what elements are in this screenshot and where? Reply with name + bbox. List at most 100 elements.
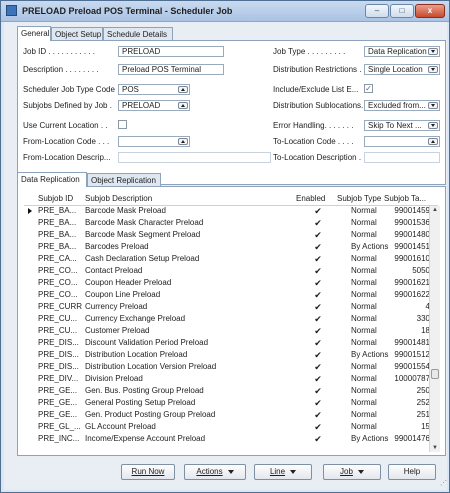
description-field[interactable]: Preload POS Terminal bbox=[118, 64, 224, 75]
table-row[interactable]: PRE_GE... Gen. Product Posting Group Prel… bbox=[24, 409, 430, 421]
enabled-check-icon[interactable]: ✔ bbox=[313, 338, 323, 349]
job-id-field[interactable]: PRELOAD bbox=[118, 46, 224, 57]
enabled-check-icon[interactable]: ✔ bbox=[313, 242, 323, 253]
table-row[interactable]: PRE_GE... General Posting Setup Preload ✔ N… bbox=[24, 397, 430, 409]
table-row[interactable]: PRE_DIS... Discount Validation Period Pre… bbox=[24, 337, 430, 349]
subjob-description-cell[interactable]: Barcode Mask Segment Preload bbox=[85, 230, 285, 239]
subjob-id-cell[interactable]: PRE_GL_... bbox=[38, 422, 82, 431]
enabled-check-icon[interactable]: ✔ bbox=[313, 266, 323, 277]
error-handling-select[interactable]: Skip To Next ... bbox=[364, 120, 440, 131]
subjob-description-cell[interactable]: Distribution Location Version Preload bbox=[85, 362, 285, 371]
table-row[interactable]: PRE_CO... Coupon Line Preload ✔ Normal 99001… bbox=[24, 289, 430, 301]
chevron-down-icon[interactable] bbox=[428, 48, 438, 55]
subjob-id-cell[interactable]: PRE_BA... bbox=[38, 218, 82, 227]
dist-restrictions-select[interactable]: Single Location bbox=[364, 64, 440, 75]
enabled-check-icon[interactable]: ✔ bbox=[313, 278, 323, 289]
subjob-id-cell[interactable]: PRE_CO... bbox=[38, 290, 82, 299]
to-location-code-field[interactable] bbox=[364, 136, 440, 147]
lookup-icon[interactable] bbox=[178, 102, 188, 109]
table-row[interactable]: PRE_CO... Contact Preload ✔ Normal 5050 bbox=[24, 265, 430, 277]
subjob-table-cell[interactable]: 99001481 bbox=[384, 338, 430, 347]
table-row[interactable]: PRE_INC... Income/Expense Account Preload… bbox=[24, 433, 430, 445]
lookup-icon[interactable] bbox=[178, 138, 188, 145]
enabled-check-icon[interactable]: ✔ bbox=[313, 422, 323, 433]
subjob-id-cell[interactable]: PRE_CA... bbox=[38, 254, 82, 263]
subjob-description-cell[interactable]: Gen. Bus. Posting Group Preload bbox=[85, 386, 285, 395]
tab-data-replication[interactable]: Data Replication bbox=[17, 172, 87, 187]
chevron-down-icon[interactable] bbox=[428, 102, 438, 109]
subjob-id-cell[interactable]: PRE_BA... bbox=[38, 206, 82, 215]
dist-sublocations-select[interactable]: Excluded from... bbox=[364, 100, 440, 111]
subjob-description-cell[interactable]: Barcode Mask Character Preload bbox=[85, 218, 285, 227]
enabled-check-icon[interactable]: ✔ bbox=[313, 386, 323, 397]
col-subjob-type[interactable]: Subjob Type bbox=[337, 194, 381, 203]
job-type-select[interactable]: Data Replication bbox=[364, 46, 440, 57]
subjob-description-cell[interactable]: Distribution Location Preload bbox=[85, 350, 285, 359]
subjob-description-cell[interactable]: Cash Declaration Setup Preload bbox=[85, 254, 285, 263]
col-subjob-id[interactable]: Subjob ID bbox=[38, 194, 73, 203]
enabled-check-icon[interactable]: ✔ bbox=[313, 290, 323, 301]
include-exclude-checkbox[interactable]: ✓ bbox=[364, 84, 373, 93]
resize-grip-icon[interactable]: ⋰ bbox=[440, 480, 448, 488]
chevron-down-icon[interactable] bbox=[428, 122, 438, 129]
enabled-check-icon[interactable]: ✔ bbox=[313, 302, 323, 313]
table-row[interactable]: PRE_GE... Gen. Bus. Posting Group Preload… bbox=[24, 385, 430, 397]
scroll-up-icon[interactable]: ▲ bbox=[431, 206, 439, 214]
close-button[interactable]: x bbox=[415, 4, 445, 18]
subjob-table-cell[interactable]: 99001451 bbox=[384, 242, 430, 251]
enabled-check-icon[interactable]: ✔ bbox=[313, 206, 323, 217]
subjob-id-cell[interactable]: PRE_DIS... bbox=[38, 362, 82, 371]
subjob-id-cell[interactable]: PRE_DIV... bbox=[38, 374, 82, 383]
subjob-id-cell[interactable]: PRE_BA... bbox=[38, 230, 82, 239]
subjob-table-cell[interactable]: 99001621 bbox=[384, 278, 430, 287]
subjob-description-cell[interactable]: Customer Preload bbox=[85, 326, 285, 335]
col-subjob-description[interactable]: Subjob Description bbox=[85, 194, 152, 203]
col-enabled[interactable]: Enabled bbox=[296, 194, 325, 203]
subjob-id-cell[interactable]: PRE_GE... bbox=[38, 410, 82, 419]
enabled-check-icon[interactable]: ✔ bbox=[313, 230, 323, 241]
enabled-check-icon[interactable]: ✔ bbox=[313, 314, 323, 325]
subjob-table-cell[interactable]: 251 bbox=[384, 410, 430, 419]
subjob-id-cell[interactable]: PRE_CU... bbox=[38, 326, 82, 335]
table-row[interactable]: PRE_CA... Cash Declaration Setup Preload ✔… bbox=[24, 253, 430, 265]
subjob-id-cell[interactable]: PRE_CU... bbox=[38, 314, 82, 323]
subjob-id-cell[interactable]: PRE_CO... bbox=[38, 266, 82, 275]
subjob-description-cell[interactable]: Barcodes Preload bbox=[85, 242, 285, 251]
subjob-description-cell[interactable]: Currency Preload bbox=[85, 302, 285, 311]
enabled-check-icon[interactable]: ✔ bbox=[313, 410, 323, 421]
table-row[interactable]: PRE_BA... Barcode Mask Preload ✔ Normal 9900… bbox=[24, 205, 430, 217]
subjob-table-cell[interactable]: 99001622 bbox=[384, 290, 430, 299]
grid-scrollbar[interactable]: ▲ ▼ bbox=[429, 206, 440, 452]
subjob-id-cell[interactable]: PRE_DIS... bbox=[38, 338, 82, 347]
subjob-table-cell[interactable]: 252 bbox=[384, 398, 430, 407]
subjob-description-cell[interactable]: Barcode Mask Preload bbox=[85, 206, 285, 215]
subjob-id-cell[interactable]: PRE_BA... bbox=[38, 242, 82, 251]
enabled-check-icon[interactable]: ✔ bbox=[313, 362, 323, 373]
tab-schedule-details[interactable]: Schedule Details bbox=[103, 27, 173, 40]
enabled-check-icon[interactable]: ✔ bbox=[313, 350, 323, 361]
subjob-id-cell[interactable]: PRE_CO... bbox=[38, 278, 82, 287]
scroll-down-icon[interactable]: ▼ bbox=[431, 444, 439, 452]
col-subjob-table[interactable]: Subjob Ta... bbox=[384, 194, 426, 203]
subjob-table-cell[interactable]: 99001480 bbox=[384, 230, 430, 239]
lookup-icon[interactable] bbox=[428, 138, 438, 145]
subjob-description-cell[interactable]: General Posting Setup Preload bbox=[85, 398, 285, 407]
subjob-description-cell[interactable]: Currency Exchange Preload bbox=[85, 314, 285, 323]
job-button[interactable]: Job bbox=[323, 464, 381, 480]
subjob-description-cell[interactable]: Coupon Line Preload bbox=[85, 290, 285, 299]
subjob-table-cell[interactable]: 99001554 bbox=[384, 362, 430, 371]
subjob-id-cell[interactable]: PRE_CURR bbox=[38, 302, 82, 311]
tab-general[interactable]: General bbox=[17, 26, 51, 41]
chevron-down-icon[interactable] bbox=[428, 66, 438, 73]
lookup-icon[interactable] bbox=[178, 86, 188, 93]
table-row[interactable]: PRE_GL_... GL Account Preload ✔ Normal 15 bbox=[24, 421, 430, 433]
use-current-location-checkbox[interactable] bbox=[118, 120, 127, 129]
run-now-button[interactable]: Run Now bbox=[121, 464, 175, 480]
subjob-description-cell[interactable]: Contact Preload bbox=[85, 266, 285, 275]
subjob-table-cell[interactable]: 99001536 bbox=[384, 218, 430, 227]
table-row[interactable]: PRE_BA... Barcode Mask Segment Preload ✔ No… bbox=[24, 229, 430, 241]
from-location-code-field[interactable] bbox=[118, 136, 190, 147]
subjob-table-cell[interactable]: 99001459 bbox=[384, 206, 430, 215]
subjob-table-cell[interactable]: 5050 bbox=[384, 266, 430, 275]
subjobs-defined-by-field[interactable]: PRELOAD bbox=[118, 100, 190, 111]
